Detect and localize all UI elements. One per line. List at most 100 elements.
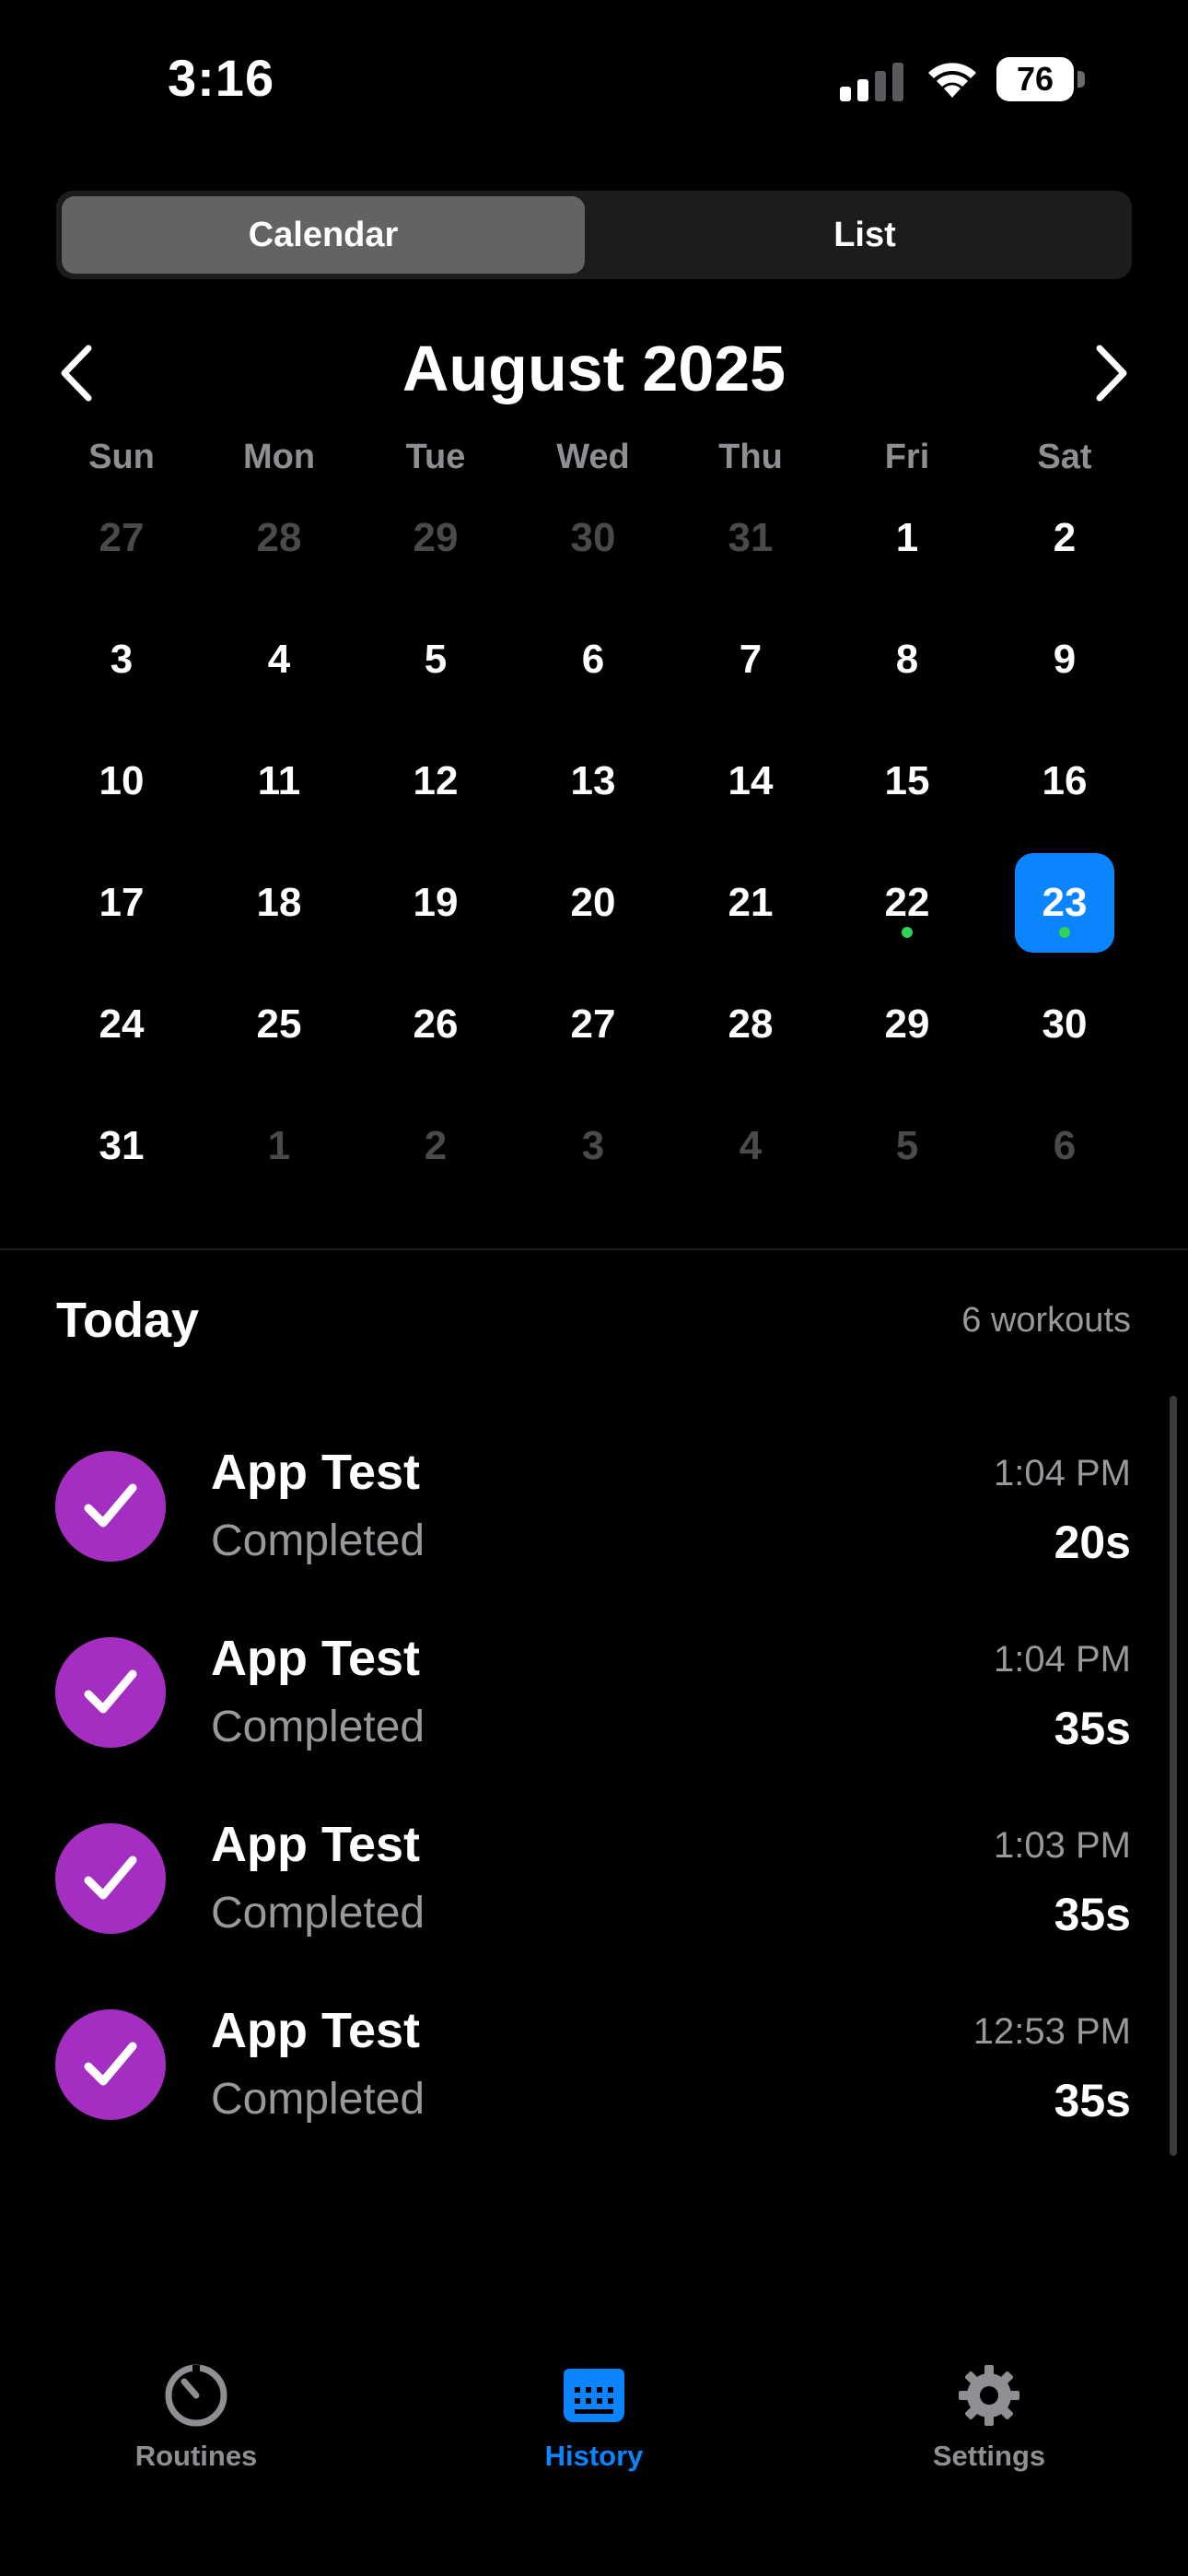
calendar-day[interactable]: 26 [386, 975, 485, 1074]
calendar-day-number: 31 [99, 1123, 145, 1168]
calendar-day[interactable]: 6 [1015, 1096, 1114, 1196]
calendar-day[interactable]: 27 [72, 488, 171, 588]
scrollbar[interactable] [1170, 1396, 1177, 2156]
workout-row[interactable]: App Test Completed 1:04 PM 20s [0, 1414, 1188, 1600]
completed-check-icon [55, 2009, 166, 2120]
calendar-day[interactable]: 2 [1015, 488, 1114, 588]
calendar-day[interactable]: 5 [857, 1096, 957, 1196]
workout-duration: 35s [1054, 2075, 1131, 2126]
calendar-day-number: 12 [413, 758, 459, 803]
calendar-day[interactable]: 25 [229, 975, 329, 1074]
weekday-header-row: Sun Mon Tue Wed Thu Fri Sat [0, 438, 1188, 488]
calendar-day[interactable]: 5 [386, 610, 485, 709]
calendar-day[interactable]: 11 [229, 732, 329, 831]
calendar-day[interactable]: 10 [72, 732, 171, 831]
tab-routines[interactable]: Routines [76, 2340, 316, 2488]
calendar-day[interactable]: 31 [72, 1096, 171, 1196]
workout-indicator-dot [902, 927, 913, 938]
section-divider [0, 1248, 1188, 1250]
calendar-day-number: 14 [728, 758, 774, 803]
weekday-label: Thu [718, 438, 783, 476]
calendar-day-number: 11 [257, 758, 301, 803]
calendar-day[interactable]: 18 [229, 853, 329, 953]
calendar-day[interactable]: 13 [543, 732, 643, 831]
next-month-chevron-icon[interactable] [1089, 341, 1135, 405]
workout-count: 6 workouts [961, 1301, 1131, 1340]
completed-check-icon [55, 1823, 166, 1934]
calendar-day-number: 27 [570, 1001, 616, 1047]
calendar-day[interactable]: 8 [857, 610, 957, 709]
view-mode-segmented-control: Calendar List [56, 191, 1132, 279]
battery-level: 76 [1016, 60, 1054, 98]
weekday-label: Tue [405, 438, 466, 476]
calendar-day[interactable]: 20 [543, 853, 643, 953]
calendar-day[interactable]: 3 [72, 610, 171, 709]
month-title: August 2025 [402, 333, 786, 404]
calendar-day[interactable]: 22 [857, 853, 957, 953]
workout-list: App Test Completed 1:04 PM 20s App Test Compl… [0, 1414, 1188, 2170]
section-title-today: Today [56, 1293, 200, 1348]
calendar-day-number: 22 [884, 880, 930, 925]
calendar-day[interactable]: 15 [857, 732, 957, 831]
calendar-day-number: 8 [895, 637, 919, 682]
tab-history[interactable]: History [474, 2340, 714, 2488]
calendar-day-number: 13 [570, 758, 616, 803]
calendar-day-number: 3 [581, 1123, 605, 1168]
calendar-day[interactable]: 1 [229, 1096, 329, 1196]
completed-check-icon [55, 1451, 166, 1562]
wifi-icon [928, 63, 976, 98]
calendar-day[interactable]: 29 [857, 975, 957, 1074]
calendar-day-number: 30 [570, 515, 616, 560]
calendar-day-number: 6 [581, 637, 605, 682]
calendar-day-number: 2 [424, 1123, 448, 1168]
calendar-icon [564, 2369, 624, 2422]
calendar-day[interactable]: 3 [543, 1096, 643, 1196]
calendar-day-number: 20 [570, 880, 616, 925]
weekday-label: Wed [556, 438, 630, 476]
calendar-day-number: 1 [895, 515, 919, 560]
calendar-day[interactable]: 30 [543, 488, 643, 588]
tab-bar: Routines History Settings [0, 2340, 1188, 2576]
calendar-day[interactable]: 9 [1015, 610, 1114, 709]
calendar-day[interactable]: 21 [701, 853, 800, 953]
calendar-day[interactable]: 2 [386, 1096, 485, 1196]
calendar-day[interactable]: 4 [701, 1096, 800, 1196]
calendar-day[interactable]: 29 [386, 488, 485, 588]
calendar-day[interactable]: 17 [72, 853, 171, 953]
workout-time: 12:53 PM [973, 2011, 1131, 2052]
calendar-day[interactable]: 24 [72, 975, 171, 1074]
segment-list[interactable]: List [603, 196, 1126, 274]
calendar-day[interactable]: 30 [1015, 975, 1114, 1074]
calendar-day-number: 9 [1053, 637, 1077, 682]
calendar-day[interactable]: 28 [701, 975, 800, 1074]
status-bar: 3:16 76 [0, 0, 1188, 157]
calendar-day-number: 5 [895, 1123, 919, 1168]
calendar-day[interactable]: 12 [386, 732, 485, 831]
segment-calendar[interactable]: Calendar [62, 196, 585, 274]
calendar-day-selected[interactable]: 23 [1015, 853, 1114, 953]
calendar-day-number: 21 [728, 880, 774, 925]
calendar-day[interactable]: 19 [386, 853, 485, 953]
workout-row[interactable]: App Test Completed 12:53 PM 35s [0, 1973, 1188, 2159]
calendar-day-number: 4 [739, 1123, 763, 1168]
calendar-day[interactable]: 27 [543, 975, 643, 1074]
calendar-day-number: 5 [424, 637, 448, 682]
calendar-day[interactable]: 31 [701, 488, 800, 588]
calendar-day[interactable]: 14 [701, 732, 800, 831]
calendar-day[interactable]: 16 [1015, 732, 1114, 831]
calendar-day[interactable]: 28 [229, 488, 329, 588]
calendar-day[interactable]: 4 [229, 610, 329, 709]
calendar-day[interactable]: 1 [857, 488, 957, 588]
workout-indicator-dot [1059, 927, 1070, 938]
workout-row[interactable]: App Test Completed 1:03 PM 35s [0, 1786, 1188, 1973]
workout-status: Completed [211, 1516, 425, 1565]
workout-duration: 20s [1054, 1516, 1131, 1568]
calendar-day[interactable]: 6 [543, 610, 643, 709]
workout-status: Completed [211, 1889, 425, 1938]
workout-row[interactable]: App Test Completed 1:04 PM 35s [0, 1600, 1188, 1786]
workout-name: App Test [211, 1817, 420, 1872]
tab-settings[interactable]: Settings [869, 2340, 1109, 2488]
app-screen: 3:16 76 Calendar List August 2025 Sun Mon… [0, 0, 1188, 2576]
calendar-day[interactable]: 7 [701, 610, 800, 709]
calendar-grid: 27 28 29 30 31 1 2 3 4 5 6 7 8 9 10 11 12 13 14 15 16 17 18 19 2… [0, 488, 1188, 1216]
